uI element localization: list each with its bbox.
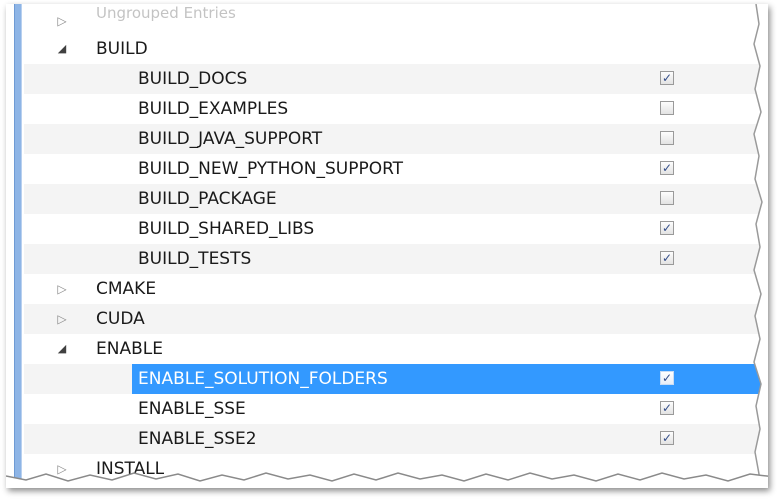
option-checkbox[interactable]: ✓	[660, 251, 674, 265]
option-label: BUILD_EXAMPLES	[138, 99, 289, 119]
cmake-options-panel: ▷ Ungrouped Entries ◢ BUILD BUILD_DOCS ✓ BUI…	[6, 4, 768, 488]
option-label: ENABLE_SSE2	[138, 429, 257, 449]
triangle-expanded-icon[interactable]: ◢	[54, 334, 70, 364]
torn-edge-bottom	[6, 472, 768, 488]
option-checkbox[interactable]: ✓	[660, 221, 674, 235]
option-label: BUILD_TESTS	[138, 249, 252, 269]
checkmark-icon: ✓	[661, 371, 673, 385]
option-label: ENABLE_SOLUTION_FOLDERS	[138, 369, 388, 389]
checkmark-icon: ✓	[661, 401, 673, 415]
group-label: CUDA	[96, 309, 145, 329]
option-checkbox[interactable]: ✓	[660, 161, 674, 175]
group-label: BUILD	[96, 39, 148, 59]
partial-top-label: Ungrouped Entries	[96, 4, 236, 22]
option-checkbox[interactable]	[660, 101, 674, 115]
option-checkbox[interactable]	[660, 131, 674, 145]
checkmark-icon: ✓	[661, 71, 673, 85]
tree-group-enable[interactable]: ◢ ENABLE	[24, 334, 768, 364]
option-label: BUILD_NEW_PYTHON_SUPPORT	[138, 159, 404, 179]
option-label: BUILD_SHARED_LIBS	[138, 219, 315, 239]
option-label: BUILD_DOCS	[138, 69, 248, 89]
option-checkbox[interactable]: ✓	[660, 431, 674, 445]
triangle-collapsed-icon[interactable]: ▷	[54, 304, 70, 334]
tree-option-build-shared-libs[interactable]: BUILD_SHARED_LIBS ✓	[24, 214, 768, 244]
checkmark-icon: ✓	[661, 221, 673, 235]
tree-option-enable-sse[interactable]: ENABLE_SSE ✓	[24, 394, 768, 424]
options-tree: ▷ Ungrouped Entries ◢ BUILD BUILD_DOCS ✓ BUI…	[24, 4, 768, 484]
checkmark-icon: ✓	[661, 251, 673, 265]
tree-option-build-examples[interactable]: BUILD_EXAMPLES	[24, 94, 768, 124]
partial-top-row: ▷ Ungrouped Entries	[24, 4, 768, 34]
triangle-collapsed-icon: ▷	[57, 14, 67, 28]
option-label: BUILD_JAVA_SUPPORT	[138, 129, 323, 149]
tree-option-build-package[interactable]: BUILD_PACKAGE	[24, 184, 768, 214]
option-checkbox[interactable]: ✓	[660, 401, 674, 415]
checkmark-icon: ✓	[661, 431, 673, 445]
group-label: CMAKE	[96, 279, 157, 299]
option-checkbox[interactable]	[660, 191, 674, 205]
tree-option-build-java-support[interactable]: BUILD_JAVA_SUPPORT	[24, 124, 768, 154]
tree-option-enable-solution-folders[interactable]: ENABLE_SOLUTION_FOLDERS ✓	[24, 364, 768, 394]
tree-group-cuda[interactable]: ▷ CUDA	[24, 304, 768, 334]
tree-group-build[interactable]: ◢ BUILD	[24, 34, 768, 64]
triangle-collapsed-icon[interactable]: ▷	[54, 274, 70, 304]
tree-option-build-new-python-support[interactable]: BUILD_NEW_PYTHON_SUPPORT ✓	[24, 154, 768, 184]
tree-option-enable-sse2[interactable]: ENABLE_SSE2 ✓	[24, 424, 768, 454]
checkmark-icon: ✓	[661, 161, 673, 175]
option-checkbox[interactable]: ✓	[660, 371, 674, 385]
tree-option-build-tests[interactable]: BUILD_TESTS ✓	[24, 244, 768, 274]
option-label: ENABLE_SSE	[138, 399, 246, 419]
group-label: ENABLE	[96, 339, 163, 359]
left-accent-bar	[14, 4, 22, 488]
option-checkbox[interactable]: ✓	[660, 71, 674, 85]
tree-group-cmake[interactable]: ▷ CMAKE	[24, 274, 768, 304]
option-label: BUILD_PACKAGE	[138, 189, 277, 209]
torn-edge-right	[753, 4, 768, 488]
tree-option-build-docs[interactable]: BUILD_DOCS ✓	[24, 64, 768, 94]
triangle-expanded-icon[interactable]: ◢	[54, 34, 70, 64]
